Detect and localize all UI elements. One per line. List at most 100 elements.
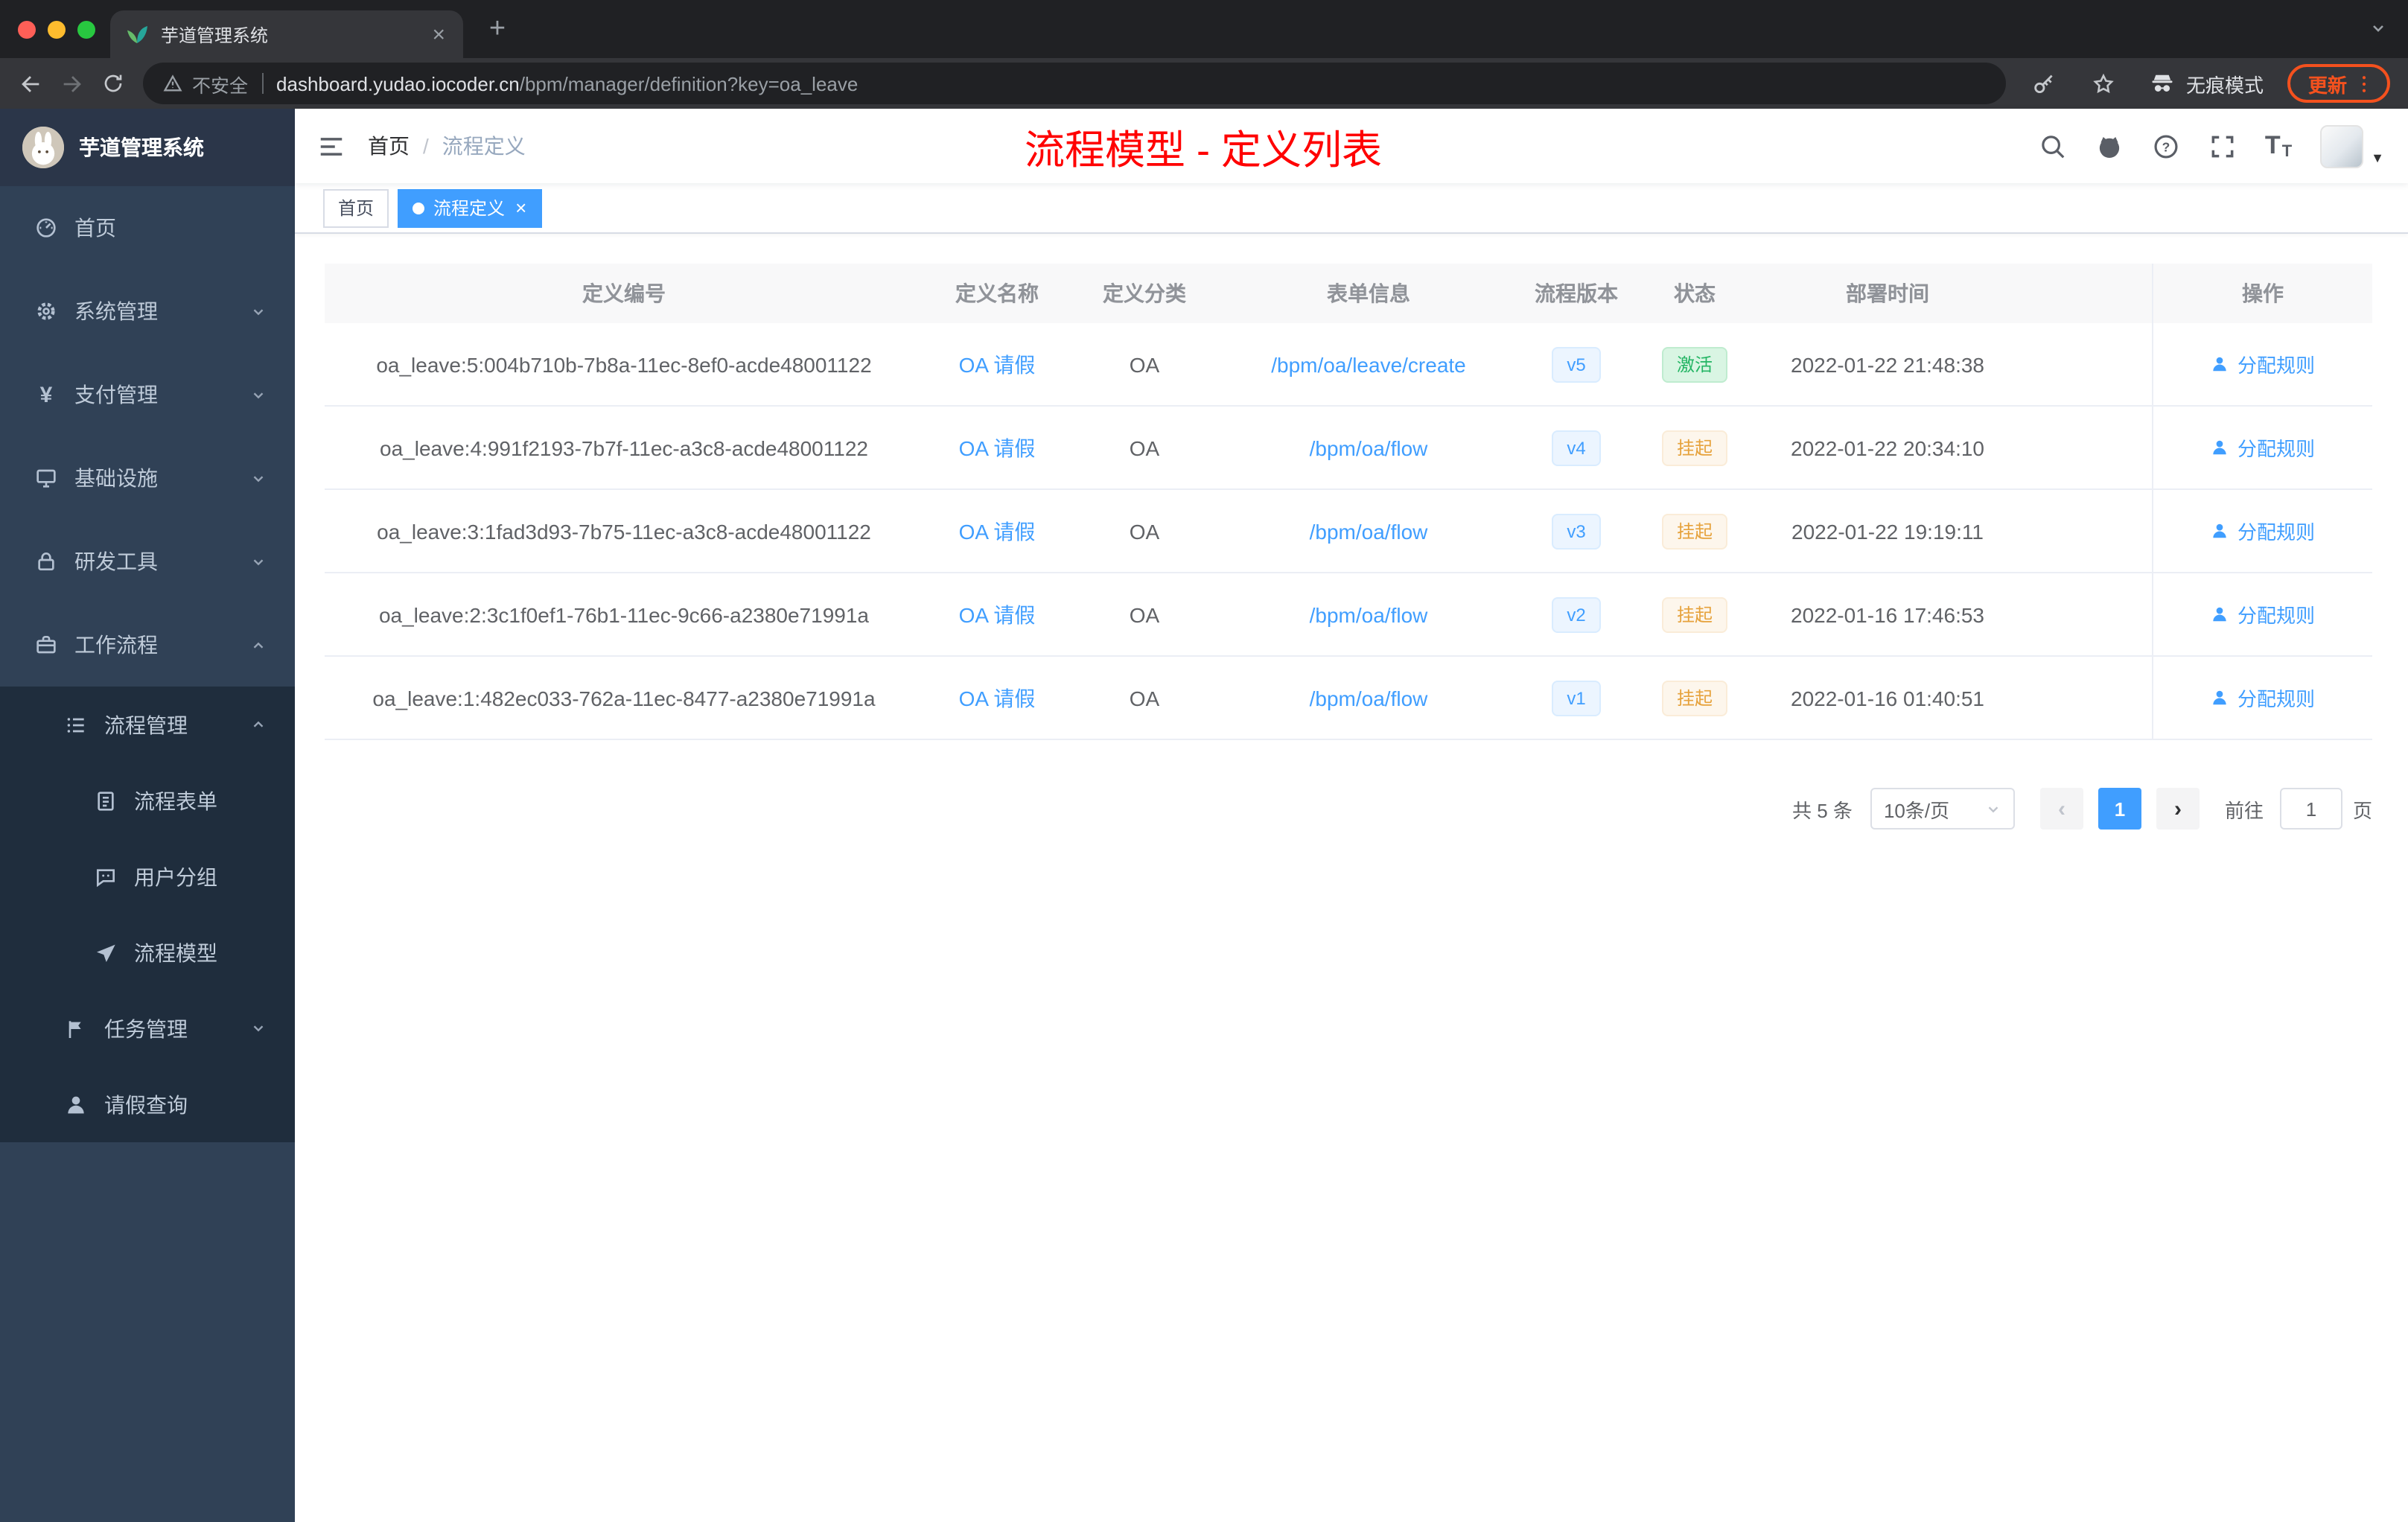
security-label[interactable]: 不安全 — [192, 69, 248, 98]
incognito-icon — [2152, 74, 2173, 92]
user-menu[interactable]: ▼ — [2320, 124, 2384, 168]
forward-icon[interactable] — [51, 63, 92, 104]
tag-close-icon[interactable]: × — [515, 198, 526, 217]
sidebar-item-label: 请假查询 — [104, 1092, 188, 1116]
sidebar-item-payment[interactable]: ¥ 支付管理 — [0, 353, 295, 436]
version-badge: v4 — [1552, 430, 1601, 465]
col-header: 定义分类 — [1103, 281, 1186, 305]
chevron-down-icon — [1985, 800, 2001, 817]
content: 定义编号 定义名称 定义分类 表单信息 流程版本 状态 部署时间 操作 oa_l… — [295, 234, 2408, 1522]
cell-spacer — [2019, 323, 2153, 405]
new-tab-button[interactable]: + — [477, 9, 518, 51]
tag-home[interactable]: 首页 — [323, 188, 389, 227]
chevron-up-icon — [250, 637, 267, 653]
browser-tab[interactable]: 芋道管理系统 × — [110, 10, 463, 58]
form-link[interactable]: /bpm/oa/flow — [1310, 602, 1428, 626]
help-icon[interactable]: ? — [2152, 132, 2180, 160]
close-window-button[interactable] — [18, 21, 36, 39]
next-page-button[interactable]: › — [2156, 788, 2200, 830]
sidebar-item-devtools[interactable]: 研发工具 — [0, 520, 295, 603]
definition-name-link[interactable]: OA 请假 — [959, 516, 1036, 546]
definition-name-link[interactable]: OA 请假 — [959, 599, 1036, 629]
hamburger-icon[interactable] — [295, 109, 368, 183]
definition-name-link[interactable]: OA 请假 — [959, 683, 1036, 713]
col-header: 表单信息 — [1327, 281, 1410, 305]
dashboard-icon — [33, 214, 60, 241]
url-divider — [261, 73, 264, 94]
svg-text:?: ? — [2162, 139, 2170, 154]
col-header: 定义名称 — [955, 281, 1039, 305]
sidebar-item-infrastructure[interactable]: 基础设施 — [0, 436, 295, 520]
assign-rule-link[interactable]: 分配规则 — [2211, 600, 2315, 628]
cell-deploy-time: 2022-01-16 17:46:53 — [1791, 602, 1984, 626]
table-row: oa_leave:1:482ec033-762a-11ec-8477-a2380… — [325, 657, 2372, 740]
sidebar-item-leave-query[interactable]: 请假查询 — [0, 1066, 295, 1142]
tab-title: 芋道管理系统 — [161, 25, 269, 45]
definition-name-link[interactable]: OA 请假 — [959, 349, 1036, 379]
tab-search-caret-icon[interactable] — [2369, 19, 2387, 37]
password-key-icon[interactable] — [2024, 63, 2065, 104]
font-size-icon[interactable]: TT — [2265, 131, 2292, 161]
sidebar-item-process-management[interactable]: 流程管理 — [0, 687, 295, 762]
goto-page-input[interactable] — [2279, 788, 2342, 830]
col-header-spacer — [2019, 264, 2153, 323]
cell-definition-id: oa_leave:2:3c1f0ef1-76b1-11ec-9c66-a2380… — [378, 602, 869, 626]
definition-table: 定义编号 定义名称 定义分类 表单信息 流程版本 状态 部署时间 操作 oa_l… — [325, 264, 2372, 740]
sidebar-item-workflow[interactable]: 工作流程 — [0, 603, 295, 687]
page-number-button[interactable]: 1 — [2098, 788, 2141, 830]
bookmark-star-icon[interactable] — [2083, 63, 2125, 104]
cell-category: OA — [1129, 686, 1160, 710]
github-icon[interactable] — [2095, 132, 2124, 160]
browser-menu-dots-icon[interactable] — [2353, 72, 2375, 95]
avatar[interactable] — [2320, 124, 2364, 168]
sidebar-item-label: 首页 — [74, 216, 116, 240]
assign-rule-link[interactable]: 分配规则 — [2211, 684, 2315, 712]
tab-close-icon[interactable]: × — [429, 20, 448, 48]
assign-rule-link[interactable]: 分配规则 — [2211, 517, 2315, 545]
sidebar-item-task-management[interactable]: 任务管理 — [0, 990, 295, 1066]
sidebar-item-process-model[interactable]: 流程模型 — [0, 914, 295, 990]
list-icon — [63, 711, 89, 738]
fullscreen-icon[interactable] — [2208, 132, 2237, 160]
form-link[interactable]: /bpm/oa/flow — [1310, 436, 1428, 459]
page-unit-label: 页 — [2352, 799, 2372, 821]
col-header: 定义编号 — [582, 281, 666, 305]
form-link[interactable]: /bpm/oa/leave/create — [1271, 352, 1466, 376]
tag-process-definition[interactable]: 流程定义 × — [398, 188, 542, 227]
chevron-down-icon — [250, 470, 267, 486]
incognito-label: 无痕模式 — [2185, 74, 2264, 96]
prev-page-button[interactable]: ‹ — [2039, 788, 2083, 830]
sidebar-item-label: 任务管理 — [104, 1016, 188, 1040]
definition-name-link[interactable]: OA 请假 — [959, 433, 1036, 462]
assign-rule-link[interactable]: 分配规则 — [2211, 350, 2315, 378]
cell-category: OA — [1129, 602, 1160, 626]
zoom-window-button[interactable] — [77, 21, 95, 39]
sidebar-item-label: 系统管理 — [74, 299, 158, 323]
yen-icon: ¥ — [39, 382, 53, 407]
address-bar[interactable]: 不安全 dashboard.yudao.iocoder.cn /bpm/mana… — [143, 63, 2006, 104]
update-button[interactable]: 更新 — [2287, 64, 2390, 103]
cell-deploy-time: 2022-01-22 21:48:38 — [1791, 352, 1984, 376]
paper-plane-icon — [92, 939, 119, 966]
sidebar-item-process-form[interactable]: 流程表单 — [0, 762, 295, 838]
form-link[interactable]: /bpm/oa/flow — [1310, 686, 1428, 710]
back-icon[interactable] — [9, 63, 51, 104]
sidebar-item-home[interactable]: 首页 — [0, 186, 295, 270]
search-icon[interactable] — [2039, 132, 2067, 160]
form-link[interactable]: /bpm/oa/flow — [1310, 519, 1428, 543]
logo-avatar — [22, 127, 64, 168]
sidebar-item-system[interactable]: 系统管理 — [0, 270, 295, 353]
table-row: oa_leave:2:3c1f0ef1-76b1-11ec-9c66-a2380… — [325, 573, 2372, 657]
page-size-select[interactable]: 10条/页 — [1870, 788, 2015, 830]
fixed-column-divider — [2152, 264, 2153, 740]
assign-rule-link[interactable]: 分配规则 — [2211, 433, 2315, 462]
assign-rule-label: 分配规则 — [2237, 354, 2315, 377]
pagination-total: 共 5 条 — [1792, 799, 1853, 821]
refresh-icon[interactable] — [92, 63, 134, 104]
sidebar-item-user-group[interactable]: 用户分组 — [0, 838, 295, 914]
minimize-window-button[interactable] — [48, 21, 66, 39]
browser-toolbar: 不安全 dashboard.yudao.iocoder.cn /bpm/mana… — [0, 58, 2408, 109]
breadcrumb-home[interactable]: 首页 — [368, 131, 410, 161]
cell-category: OA — [1129, 352, 1160, 376]
chevron-down-icon — [250, 553, 267, 570]
